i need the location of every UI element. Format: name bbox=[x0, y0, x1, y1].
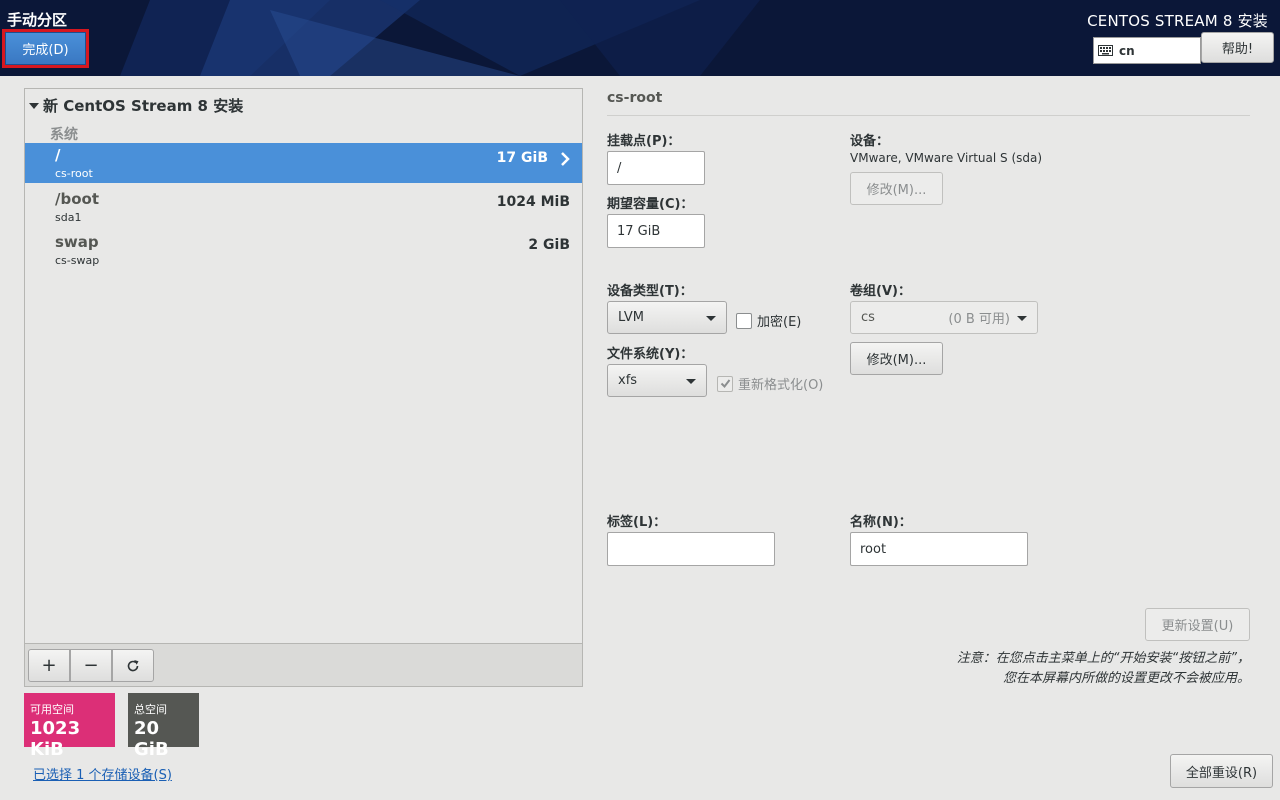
selected-storage-link[interactable]: 已选择 1 个存储设备(S) bbox=[33, 764, 172, 783]
installation-tree-label: 新 CentOS Stream 8 安装 bbox=[43, 97, 244, 115]
partition-row-boot[interactable]: /boot sda1 1024 MiB bbox=[25, 187, 582, 227]
partition-mount: / bbox=[55, 146, 61, 164]
checkbox-box bbox=[736, 312, 752, 329]
total-space-value: 20 GiB bbox=[134, 718, 169, 760]
volume-group-label: 卷组(V)： bbox=[850, 284, 911, 299]
partition-row-swap[interactable]: swap cs-swap 2 GiB bbox=[25, 230, 582, 270]
device-value: VMware, VMware Virtual S (sda) bbox=[850, 151, 1043, 165]
keyboard-layout-indicator[interactable]: cn bbox=[1093, 37, 1201, 64]
total-space-box: 总空间 20 GiB bbox=[128, 693, 199, 760]
keyboard-icon bbox=[1098, 45, 1113, 56]
mount-point-input[interactable]: / bbox=[607, 151, 705, 185]
partition-mount: /boot bbox=[55, 190, 99, 208]
partition-toolbar: + − bbox=[25, 643, 582, 686]
capacity-label: 期望容量(C)： bbox=[607, 197, 694, 212]
detail-separator bbox=[607, 115, 1250, 116]
partition-device: cs-root bbox=[55, 167, 93, 180]
system-group-label: 系统 bbox=[50, 127, 78, 143]
available-space-value: 1023 KiB bbox=[30, 718, 81, 760]
expander-triangle-icon bbox=[29, 102, 39, 109]
device-type-select[interactable]: LVM bbox=[607, 301, 727, 334]
volume-group-modify-button[interactable]: 修改(M)... bbox=[850, 342, 943, 375]
device-modify-button[interactable]: 修改(M)... bbox=[850, 172, 943, 205]
volume-group-name: cs bbox=[861, 310, 875, 325]
partition-tree-panel: 新 CentOS Stream 8 安装 系统 / cs-root 17 GiB… bbox=[24, 88, 583, 687]
page-title: 手动分区 bbox=[7, 11, 68, 29]
filesystem-value: xfs bbox=[618, 373, 638, 388]
filesystem-label: 文件系统(Y)： bbox=[607, 347, 694, 362]
dropdown-arrow-icon bbox=[1017, 316, 1027, 321]
refresh-button[interactable] bbox=[112, 649, 154, 682]
capacity-input[interactable]: 17 GiB bbox=[607, 214, 705, 248]
available-space-label: 可用空间 bbox=[30, 703, 74, 716]
update-settings-button[interactable]: 更新设置(U) bbox=[1145, 608, 1250, 641]
device-type-label: 设备类型(T)： bbox=[607, 284, 693, 299]
encrypt-label: 加密(E) bbox=[757, 315, 802, 330]
volume-group-free-space: (0 B 可用) bbox=[948, 312, 1010, 327]
done-button-highlight: 完成(D) bbox=[2, 29, 89, 68]
help-button[interactable]: 帮助! bbox=[1201, 32, 1274, 63]
add-partition-button[interactable]: + bbox=[28, 649, 70, 682]
product-title: CENTOS STREAM 8 安装 bbox=[1087, 12, 1268, 30]
partition-row-root[interactable]: / cs-root 17 GiB bbox=[25, 143, 582, 183]
chevron-right-icon bbox=[561, 152, 570, 166]
tag-input[interactable] bbox=[607, 532, 775, 566]
note-line-2: 您在本屏幕内所做的设置更改不会被应用。 bbox=[1002, 671, 1250, 686]
remove-partition-button[interactable]: − bbox=[70, 649, 112, 682]
device-label: 设备： bbox=[850, 134, 890, 149]
partition-size: 1024 MiB bbox=[496, 194, 570, 210]
installation-tree-header[interactable]: 新 CentOS Stream 8 安装 bbox=[29, 95, 243, 116]
detail-title: cs-root bbox=[607, 90, 663, 106]
name-input[interactable]: root bbox=[850, 532, 1028, 566]
header-bar: 手动分区 完成(D) CENTOS STREAM 8 安装 cn 帮助! bbox=[0, 0, 1280, 76]
device-type-value: LVM bbox=[618, 310, 644, 325]
filesystem-select[interactable]: xfs bbox=[607, 364, 707, 397]
done-button[interactable]: 完成(D) bbox=[5, 32, 86, 65]
reset-all-button[interactable]: 全部重设(R) bbox=[1170, 754, 1273, 788]
keyboard-layout-label: cn bbox=[1119, 43, 1135, 58]
reformat-label: 重新格式化(O) bbox=[738, 378, 824, 393]
dropdown-arrow-icon bbox=[686, 379, 696, 384]
volume-group-select[interactable]: cs (0 B 可用) bbox=[850, 301, 1038, 334]
checkmark-icon bbox=[720, 379, 730, 389]
total-space-label: 总空间 bbox=[134, 703, 167, 716]
partition-size: 2 GiB bbox=[528, 237, 570, 253]
note-line-1: 注意：在您点击主菜单上的“开始安装“按钮之前”， bbox=[956, 651, 1250, 666]
encrypt-checkbox[interactable]: 加密(E) bbox=[736, 311, 801, 330]
apply-note: 注意：在您点击主菜单上的“开始安装“按钮之前”， 您在本屏幕内所做的设置更改不会… bbox=[957, 649, 1250, 689]
checkbox-box bbox=[717, 375, 733, 392]
partition-device: cs-swap bbox=[55, 254, 100, 267]
reformat-checkbox[interactable]: 重新格式化(O) bbox=[717, 374, 823, 393]
partition-mount: swap bbox=[55, 233, 99, 251]
mount-point-label: 挂载点(P)： bbox=[607, 134, 681, 149]
name-label: 名称(N)： bbox=[850, 515, 912, 530]
partition-device: sda1 bbox=[55, 211, 82, 224]
partition-size: 17 GiB bbox=[496, 150, 548, 166]
refresh-icon bbox=[127, 659, 139, 671]
dropdown-arrow-icon bbox=[706, 316, 716, 321]
tag-label: 标签(L)： bbox=[607, 515, 667, 530]
available-space-box: 可用空间 1023 KiB bbox=[24, 693, 115, 760]
